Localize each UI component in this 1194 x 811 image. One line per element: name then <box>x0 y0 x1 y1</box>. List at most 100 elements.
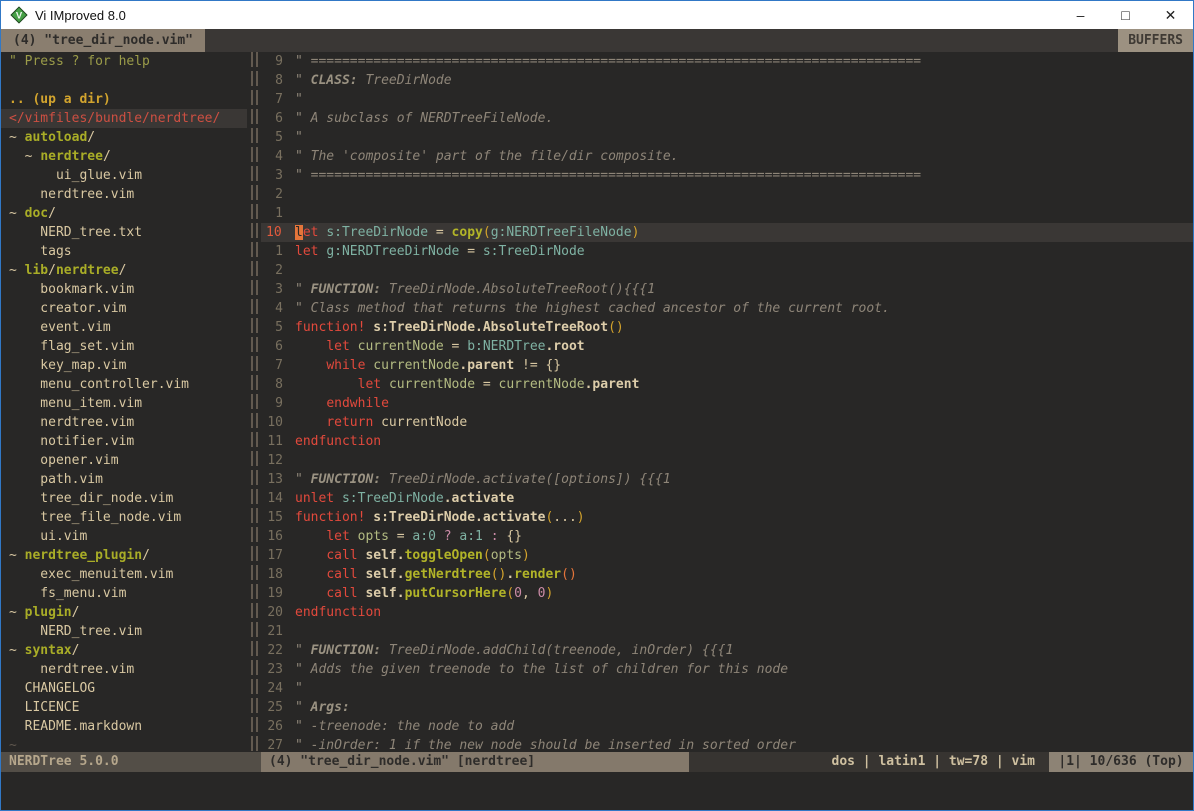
tree-item[interactable]: bookmark.vim <box>1 280 247 299</box>
code-line[interactable]: 20endfunction <box>261 603 1193 622</box>
tree-item[interactable]: tree_dir_node.vim <box>1 489 247 508</box>
code-line[interactable]: 3" =====================================… <box>261 166 1193 185</box>
tree-item[interactable]: flag_set.vim <box>1 337 247 356</box>
tree-item[interactable]: notifier.vim <box>1 432 247 451</box>
tree-item[interactable]: nerdtree.vim <box>1 185 247 204</box>
code-line[interactable]: 11endfunction <box>261 432 1193 451</box>
code-line[interactable]: 9" =====================================… <box>261 52 1193 71</box>
tree-item[interactable]: .. (up a dir) <box>1 90 247 109</box>
code-line[interactable]: 2 <box>261 185 1193 204</box>
line-number: 22 <box>261 641 295 660</box>
tree-item[interactable]: ui_glue.vim <box>1 166 247 185</box>
close-button[interactable]: ✕ <box>1148 1 1193 29</box>
line-number: 25 <box>261 698 295 717</box>
window-split-divider[interactable] <box>247 52 261 752</box>
tree-item[interactable]: ~ autoload/ <box>1 128 247 147</box>
tree-item[interactable]: tree_file_node.vim <box>1 508 247 527</box>
code-line[interactable]: 6" A subclass of NERDTreeFileNode. <box>261 109 1193 128</box>
nerdtree-status: NERDTree 5.0.0 <box>1 752 261 772</box>
minimize-button[interactable]: – <box>1058 1 1103 29</box>
code-line[interactable]: 6 let currentNode = b:NERDTree.root <box>261 337 1193 356</box>
line-number: 2 <box>261 185 295 204</box>
line-number: 26 <box>261 717 295 736</box>
code-line[interactable]: 24" <box>261 679 1193 698</box>
tree-item[interactable]: opener.vim <box>1 451 247 470</box>
tree-item[interactable]: tags <box>1 242 247 261</box>
tree-item[interactable]: LICENCE <box>1 698 247 717</box>
tab-tree-dir-node[interactable]: (4) "tree_dir_node.vim" <box>1 29 205 52</box>
code-line[interactable]: 4" The 'composite' part of the file/dir … <box>261 147 1193 166</box>
tree-item[interactable]: ~ plugin/ <box>1 603 247 622</box>
tree-item[interactable]: CHANGELOG <box>1 679 247 698</box>
tree-item[interactable]: ~ nerdtree_plugin/ <box>1 546 247 565</box>
command-line[interactable] <box>1 772 1193 810</box>
tree-item[interactable]: ~ syntax/ <box>1 641 247 660</box>
tree-item[interactable]: ~ <box>1 736 247 752</box>
code-line[interactable]: 15function! s:TreeDirNode.activate(...) <box>261 508 1193 527</box>
svg-text:V: V <box>16 10 23 21</box>
tree-item[interactable]: nerdtree.vim <box>1 413 247 432</box>
tree-item[interactable]: ~ nerdtree/ <box>1 147 247 166</box>
line-number: 2 <box>261 261 295 280</box>
tree-item[interactable]: event.vim <box>1 318 247 337</box>
code-editor[interactable]: 9" =====================================… <box>261 52 1193 752</box>
code-line[interactable]: 22" FUNCTION: TreeDirNode.addChild(treen… <box>261 641 1193 660</box>
code-line[interactable]: 10 return currentNode <box>261 413 1193 432</box>
code-line[interactable]: 5function! s:TreeDirNode.AbsoluteTreeRoo… <box>261 318 1193 337</box>
cursor-position: |1| 10/636 (Top) <box>1049 752 1193 772</box>
line-number: 6 <box>261 337 295 356</box>
line-number: 1 <box>261 242 295 261</box>
code-line[interactable]: 23" Adds the given treenode to the list … <box>261 660 1193 679</box>
code-line[interactable]: 17 call self.toggleOpen(opts) <box>261 546 1193 565</box>
code-line[interactable]: 2 <box>261 261 1193 280</box>
line-number: 14 <box>261 489 295 508</box>
tree-item[interactable]: NERD_tree.vim <box>1 622 247 641</box>
code-line[interactable]: 14unlet s:TreeDirNode.activate <box>261 489 1193 508</box>
code-line[interactable]: 25" Args: <box>261 698 1193 717</box>
tree-item[interactable]: README.markdown <box>1 717 247 736</box>
code-line[interactable]: 12 <box>261 451 1193 470</box>
code-line[interactable]: 27" -inOrder: 1 if the new node should b… <box>261 736 1193 752</box>
line-number: 15 <box>261 508 295 527</box>
tree-item[interactable]: fs_menu.vim <box>1 584 247 603</box>
code-line[interactable]: 19 call self.putCursorHere(0, 0) <box>261 584 1193 603</box>
tree-item[interactable]: menu_controller.vim <box>1 375 247 394</box>
tree-item[interactable]: creator.vim <box>1 299 247 318</box>
tree-item[interactable]: ~ lib/nerdtree/ <box>1 261 247 280</box>
code-line[interactable]: 18 call self.getNerdtree().render() <box>261 565 1193 584</box>
code-line[interactable]: 4" Class method that returns the highest… <box>261 299 1193 318</box>
main-area: " Press ? for help .. (up a dir)</vimfile… <box>1 52 1193 752</box>
code-line[interactable]: 7 while currentNode.parent != {} <box>261 356 1193 375</box>
tree-item[interactable]: " Press ? for help <box>1 52 247 71</box>
tree-item[interactable]: menu_item.vim <box>1 394 247 413</box>
tree-item[interactable]: path.vim <box>1 470 247 489</box>
code-line[interactable]: 26" -treenode: the node to add <box>261 717 1193 736</box>
tree-item[interactable]: nerdtree.vim <box>1 660 247 679</box>
code-line[interactable]: 7" <box>261 90 1193 109</box>
code-line[interactable]: 8" CLASS: TreeDirNode <box>261 71 1193 90</box>
code-line[interactable]: 3" FUNCTION: TreeDirNode.AbsoluteTreeRoo… <box>261 280 1193 299</box>
code-line[interactable]: 8 let currentNode = currentNode.parent <box>261 375 1193 394</box>
line-number: 10 <box>261 223 295 242</box>
maximize-button[interactable]: □ <box>1103 1 1148 29</box>
nerdtree-panel[interactable]: " Press ? for help .. (up a dir)</vimfile… <box>1 52 247 752</box>
code-line[interactable]: 1let g:NERDTreeDirNode = s:TreeDirNode <box>261 242 1193 261</box>
vim-window: V Vi IMproved 8.0 – □ ✕ (4) "tree_dir_no… <box>0 0 1194 811</box>
vim-logo-icon: V <box>10 6 28 24</box>
code-line[interactable]: 21 <box>261 622 1193 641</box>
tree-item[interactable]: key_map.vim <box>1 356 247 375</box>
tree-item[interactable]: ui.vim <box>1 527 247 546</box>
code-line[interactable]: 10let s:TreeDirNode = copy(g:NERDTreeFil… <box>261 223 1193 242</box>
tree-item[interactable]: ~ doc/ <box>1 204 247 223</box>
line-number: 20 <box>261 603 295 622</box>
tree-item[interactable]: NERD_tree.txt <box>1 223 247 242</box>
tree-item[interactable]: exec_menuitem.vim <box>1 565 247 584</box>
line-number: 1 <box>261 204 295 223</box>
code-line[interactable]: 16 let opts = a:0 ? a:1 : {} <box>261 527 1193 546</box>
tree-item[interactable]: </vimfiles/bundle/nerdtree/ <box>1 109 247 128</box>
code-line[interactable]: 5" <box>261 128 1193 147</box>
tree-item[interactable] <box>1 71 247 90</box>
code-line[interactable]: 13" FUNCTION: TreeDirNode.activate([opti… <box>261 470 1193 489</box>
code-line[interactable]: 9 endwhile <box>261 394 1193 413</box>
code-line[interactable]: 1 <box>261 204 1193 223</box>
